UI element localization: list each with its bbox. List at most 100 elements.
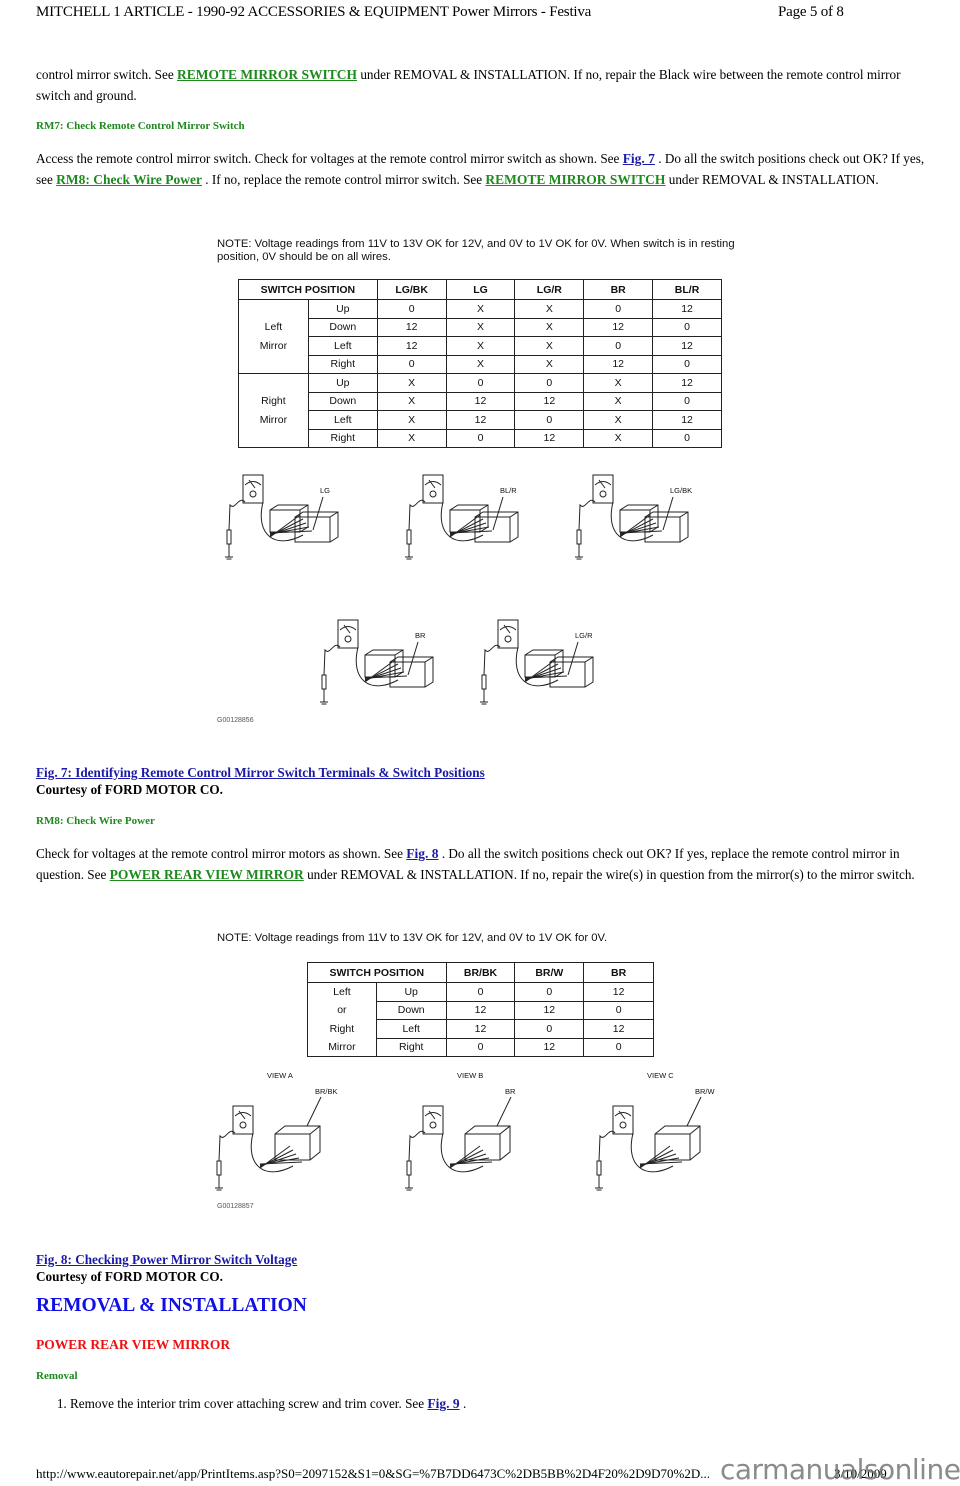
- voltage-cell: 12: [514, 391, 585, 411]
- voltage-cell: 0: [652, 354, 722, 374]
- header-switch-position: SWITCH POSITION: [238, 279, 378, 300]
- switch-position-cell: Down: [307, 391, 378, 411]
- page-number: Page 5 of 8: [778, 4, 844, 20]
- group-label-line1: Left: [264, 320, 283, 333]
- rm8-paragraph: Check for voltages at the remote control…: [36, 843, 928, 885]
- rm8-link[interactable]: RM8: Check Wire Power: [56, 172, 202, 187]
- header-br: BR: [583, 279, 654, 300]
- fig7-voltage-table: SWITCH POSITION LG/BK LG LG/R BR BL/R Le…: [238, 279, 722, 448]
- voltage-cell: 12: [583, 354, 654, 374]
- switch-position-cell: Right: [375, 1037, 447, 1057]
- voltage-cell: 0: [583, 299, 654, 319]
- table-row: Down 12 X X 12 0: [239, 317, 722, 337]
- voltage-cell: X: [376, 391, 447, 411]
- voltage-cell: X: [376, 410, 447, 430]
- voltage-cell: 12: [445, 1019, 516, 1039]
- switch-position-cell: Down: [307, 317, 378, 337]
- meter-connector-set: [595, 1096, 702, 1191]
- mirror-group-label: Right Mirror: [238, 373, 309, 448]
- fig8-code: G00128857: [217, 1203, 254, 1210]
- fig7-caption-link[interactable]: Fig. 7: Identifying Remote Control Mirro…: [36, 765, 485, 780]
- rm7-heading: RM7: Check Remote Control Mirror Switch: [36, 120, 245, 132]
- switch-position-cell: Up: [307, 373, 378, 393]
- document-title: MITCHELL 1 ARTICLE - 1990-92 ACCESSORIES…: [36, 4, 592, 20]
- switch-position-cell: Right: [307, 428, 378, 448]
- ground-icon: [405, 556, 413, 560]
- wire-label: LG: [320, 486, 330, 495]
- voltage-cell: 0: [376, 354, 447, 374]
- header-lg-r: LG/R: [514, 279, 585, 300]
- voltage-cell: X: [376, 373, 447, 393]
- voltmeter-icon: [592, 474, 614, 504]
- header-br-bk: BR/BK: [445, 962, 516, 983]
- intro-paragraph: control mirror switch. See REMOTE MIRROR…: [36, 64, 928, 106]
- ground-icon: [595, 1187, 603, 1191]
- voltage-cell: 0: [376, 299, 447, 319]
- voltage-cell: 0: [583, 1000, 654, 1020]
- switch-position-cell: Left: [307, 410, 378, 430]
- voltage-cell: 12: [652, 373, 722, 393]
- voltage-cell: X: [514, 354, 585, 374]
- voltage-cell: 12: [514, 428, 585, 448]
- voltmeter-icon: [497, 619, 519, 649]
- view-label: VIEW B: [457, 1071, 483, 1080]
- voltage-cell: X: [376, 428, 447, 448]
- voltage-cell: 0: [445, 373, 516, 393]
- table-row: Left Mirror Up 0 X X 0 12: [238, 299, 722, 374]
- fig8-caption: Fig. 8: Checking Power Mirror Switch Vol…: [36, 1251, 297, 1285]
- voltage-cell: X: [514, 317, 585, 337]
- fig8-illustration: VIEW A BR/BK VIEW B BR VIEW C BR/W: [215, 1066, 715, 1206]
- fig8-link[interactable]: Fig. 8: [406, 846, 438, 861]
- rm7-paragraph: Access the remote control mirror switch.…: [36, 148, 928, 190]
- voltage-cell: X: [445, 336, 516, 356]
- mirror-group-label: Right: [307, 1019, 377, 1038]
- voltage-cell: 12: [652, 299, 722, 319]
- voltmeter-icon: [612, 1105, 634, 1135]
- voltage-cell: 0: [514, 982, 585, 1002]
- voltmeter-icon: [232, 1105, 254, 1135]
- rm8-text-3: under REMOVAL & INSTALLATION. If no, rep…: [303, 867, 915, 882]
- voltage-cell: 12: [376, 317, 447, 337]
- meter-connector-set: [405, 1096, 512, 1191]
- header-switch-position: SWITCH POSITION: [307, 962, 447, 983]
- ground-icon: [215, 1187, 223, 1191]
- footer-url: http://www.eautorepair.net/app/PrintItem…: [36, 1466, 711, 1481]
- header-lg: LG: [445, 279, 516, 300]
- voltage-cell: X: [583, 410, 654, 430]
- voltage-cell: 0: [652, 317, 722, 337]
- switch-position-cell: Left: [375, 1019, 447, 1039]
- table-row: Down X 12 12 X 0: [239, 391, 722, 411]
- fig8-voltage-table: SWITCH POSITION BR/BK BR/W BR Left Up 0 0 12…: [307, 962, 654, 1057]
- step-item: Remove the interior trim cover attaching…: [70, 1396, 466, 1412]
- fig8-caption-link[interactable]: Fig. 8: Checking Power Mirror Switch Vol…: [36, 1252, 297, 1267]
- wire-label: BR: [505, 1087, 516, 1096]
- voltage-cell: X: [445, 317, 516, 337]
- group-label-line2: Mirror: [259, 413, 288, 426]
- fig9-link[interactable]: Fig. 9: [427, 1396, 459, 1411]
- voltmeter-icon: [422, 474, 444, 504]
- group-label-line1: Right: [261, 394, 286, 407]
- wire-label: LG/BK: [670, 486, 692, 495]
- voltage-cell: 12: [583, 982, 654, 1002]
- power-rear-view-mirror-link[interactable]: POWER REAR VIEW MIRROR: [110, 867, 304, 882]
- voltage-cell: 12: [583, 1019, 654, 1039]
- voltage-cell: 0: [583, 1037, 654, 1057]
- table-row: Right Left 12 0 12: [307, 1019, 654, 1039]
- switch-position-cell: Down: [375, 1000, 447, 1020]
- fig7-note: NOTE: Voltage readings from 11V to 13V O…: [217, 238, 735, 263]
- table-row: Left 12 X X 0 12: [239, 336, 722, 356]
- wire-label: BL/R: [500, 486, 517, 495]
- ground-icon: [320, 701, 328, 705]
- fig7-link[interactable]: Fig. 7: [623, 151, 655, 166]
- voltage-cell: 0: [445, 982, 516, 1002]
- fig7-code: G00128856: [217, 717, 254, 724]
- wire-label: BR/W: [695, 1087, 715, 1096]
- fig7-caption: Fig. 7: Identifying Remote Control Mirro…: [36, 764, 485, 798]
- remote-mirror-switch-link[interactable]: REMOTE MIRROR SWITCH: [177, 67, 357, 82]
- intro-text: control mirror switch. See: [36, 67, 177, 82]
- table-header-row: SWITCH POSITION BR/BK BR/W BR: [307, 962, 654, 983]
- voltage-cell: 0: [583, 336, 654, 356]
- voltage-cell: 12: [583, 317, 654, 337]
- remote-mirror-switch-link-2[interactable]: REMOTE MIRROR SWITCH: [485, 172, 665, 187]
- connector-icon: [464, 1125, 511, 1161]
